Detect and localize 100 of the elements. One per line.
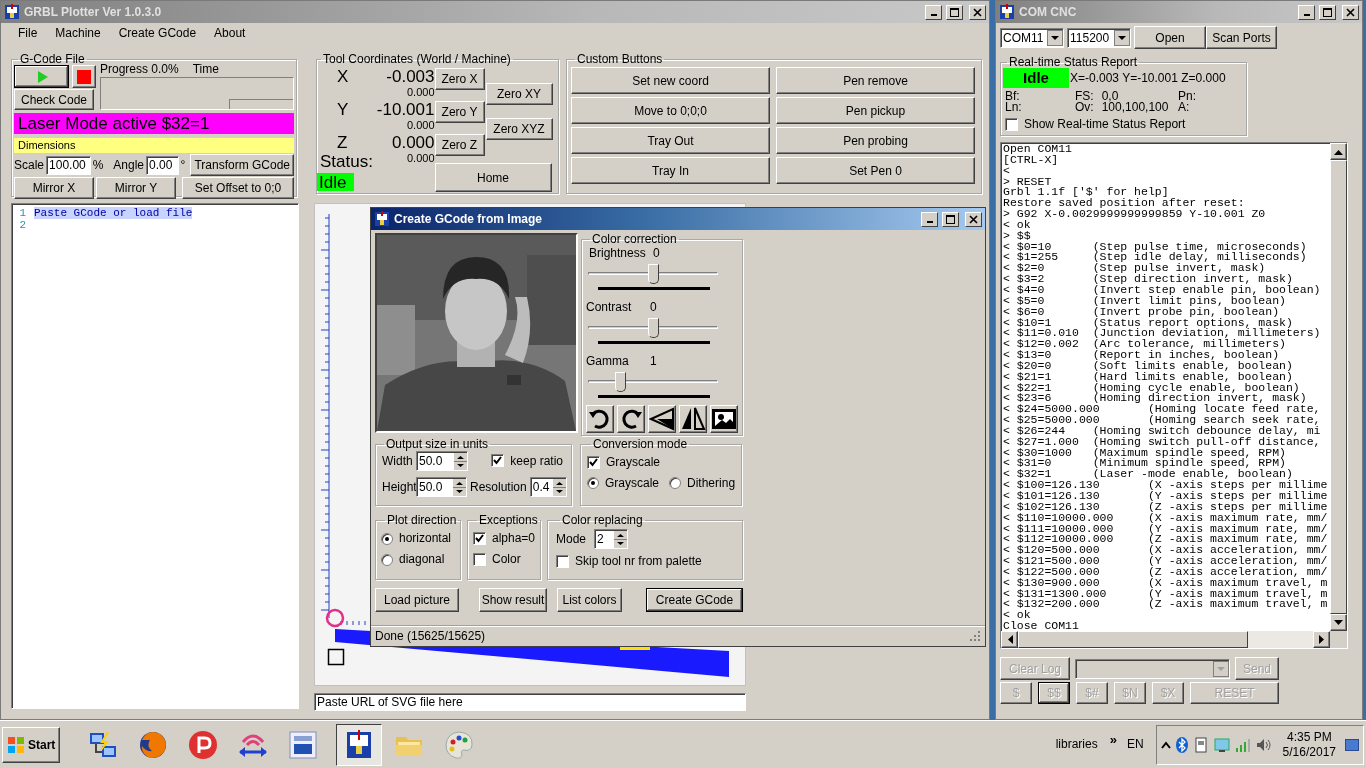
show-hidden-icons-icon[interactable] — [1160, 739, 1171, 750]
slider-thumb[interactable] — [615, 372, 627, 392]
set-offset-button[interactable]: Set Offset to 0;0 — [182, 177, 294, 200]
radio-button[interactable] — [587, 477, 599, 490]
custom-button[interactable]: Tray In — [571, 157, 770, 184]
dialog-button[interactable]: List colors — [557, 588, 622, 612]
scrollbar-thumb[interactable] — [1018, 631, 1248, 648]
checkbox[interactable] — [556, 555, 569, 568]
checkbox[interactable] — [1005, 117, 1018, 131]
minimize-button[interactable] — [921, 211, 938, 227]
spin-arrows-icon[interactable] — [454, 452, 467, 470]
rotate-right-button[interactable] — [617, 405, 645, 433]
minimize-button[interactable] — [925, 4, 942, 20]
spin-arrows-icon[interactable] — [453, 478, 466, 496]
zero-xy-button[interactable]: Zero XY — [485, 83, 553, 105]
checkbox[interactable] — [473, 553, 486, 566]
minimize-button[interactable] — [1298, 4, 1315, 20]
value-field[interactable]: 50.0 — [417, 452, 454, 470]
close-button[interactable] — [965, 211, 982, 227]
clock-time[interactable]: 4:35 PM — [1286, 729, 1332, 745]
home-button[interactable]: Home — [434, 163, 552, 192]
menu-item[interactable]: Machine — [46, 25, 110, 41]
start-button[interactable]: Start — [2, 726, 61, 763]
custom-button[interactable]: Pen probing — [776, 127, 975, 154]
spin-arrows-icon[interactable] — [614, 530, 628, 548]
slider-track[interactable] — [586, 263, 720, 285]
checkbox[interactable] — [491, 454, 505, 468]
mirror-y-button[interactable]: Mirror Y — [96, 177, 176, 200]
monitor-icon[interactable] — [1213, 736, 1230, 753]
custom-button[interactable]: Pen remove — [776, 67, 975, 94]
scale-field[interactable]: 100.00 — [47, 156, 90, 174]
scroll-left-button[interactable] — [1001, 631, 1018, 648]
checkbox-label[interactable]: alpha=0 — [492, 531, 536, 546]
baud-combo[interactable]: 115200 — [1067, 27, 1131, 48]
device-icon[interactable] — [1192, 736, 1209, 753]
custom-button[interactable]: Move to 0;0;0 — [571, 97, 770, 124]
checkbox-label[interactable]: Grayscale — [606, 454, 661, 470]
value-field[interactable]: 2 — [595, 530, 615, 548]
zero-axis-button[interactable]: Zero Y — [434, 101, 485, 123]
mirror-x-button[interactable]: Mirror X — [14, 177, 94, 200]
stop-button[interactable] — [72, 65, 96, 88]
mode-spin-box[interactable]: 2 — [594, 529, 629, 549]
dropdown-button[interactable] — [1047, 29, 1063, 46]
dropdown-button[interactable] — [1114, 29, 1130, 46]
radio-label[interactable]: Dithering — [687, 476, 736, 491]
radio-label[interactable]: horizontal — [399, 531, 452, 546]
scroll-up-button[interactable] — [1330, 143, 1347, 160]
close-button[interactable] — [969, 4, 986, 20]
clock-date[interactable]: 5/16/2017 — [1282, 744, 1336, 760]
taskbar-button[interactable] — [336, 723, 383, 766]
slider-track[interactable] — [586, 371, 720, 393]
custom-button[interactable]: Pen pickup — [776, 97, 975, 124]
maximize-button[interactable] — [1319, 4, 1336, 20]
menu-item[interactable]: File — [9, 25, 47, 41]
scroll-right-button[interactable] — [1313, 631, 1330, 648]
show-desktop-icon[interactable] — [1345, 738, 1359, 751]
radio-button[interactable] — [669, 477, 682, 490]
menu-item[interactable]: About — [205, 25, 255, 41]
maximize-button[interactable] — [942, 211, 959, 227]
resolution-spin-box[interactable]: 0.4 — [529, 477, 567, 497]
radio-label[interactable]: Grayscale — [605, 476, 660, 491]
close-button[interactable] — [1342, 4, 1359, 20]
custom-button[interactable]: Set Pen 0 — [776, 157, 975, 184]
scan-ports-button[interactable]: Scan Ports — [1206, 26, 1277, 49]
rotate-left-button[interactable] — [586, 405, 614, 433]
check-code-button[interactable]: Check Code — [14, 89, 94, 110]
menu-item[interactable]: Create GCode — [109, 25, 206, 41]
zero-axis-button[interactable]: Zero Z — [434, 134, 485, 156]
custom-button[interactable]: Tray Out — [571, 127, 770, 154]
zero-axis-button[interactable]: Zero X — [434, 68, 485, 90]
angle-field[interactable]: 0.00 — [147, 156, 178, 174]
dialog-button[interactable]: Show result — [479, 588, 547, 612]
toolbar-label[interactable]: libraries — [1055, 737, 1098, 752]
open-button[interactable]: Open — [1134, 26, 1206, 49]
zero-xyz-button[interactable]: Zero XYZ — [485, 118, 553, 140]
maximize-button[interactable] — [946, 4, 963, 20]
code-editor[interactable]: 1 Paste GCode or load file 2 — [11, 203, 299, 709]
checkbox[interactable] — [587, 455, 600, 469]
slider-thumb[interactable] — [648, 264, 659, 284]
slider-thumb[interactable] — [648, 318, 659, 338]
value-field[interactable]: 0.4 — [530, 478, 553, 496]
checkbox-label[interactable]: Skip tool nr from palette — [575, 554, 702, 569]
combo-text[interactable]: 115200 — [1068, 28, 1114, 47]
url-field[interactable]: Paste URL of SVG file here — [315, 694, 745, 710]
spin-arrows-icon[interactable] — [553, 478, 566, 496]
dialog-button[interactable]: Load picture — [375, 588, 459, 612]
slider-track[interactable] — [586, 317, 720, 339]
chevron[interactable]: » — [1109, 731, 1117, 748]
port-combo[interactable]: COM11 — [1000, 27, 1064, 48]
checkbox-label[interactable]: Show Real-time Status Report — [1024, 117, 1186, 132]
checkbox[interactable] — [473, 532, 486, 545]
width-spin-box[interactable]: 50.0 — [416, 451, 468, 471]
play-button[interactable] — [14, 65, 70, 88]
checkbox-label[interactable]: Color — [492, 552, 521, 567]
checkbox-label[interactable]: keep ratio — [510, 453, 563, 469]
image-button[interactable] — [710, 405, 738, 433]
height-spin-box[interactable]: 50.0 — [416, 477, 467, 497]
resize-grip-icon[interactable] — [969, 630, 981, 642]
language-indicator[interactable]: EN — [1126, 737, 1144, 752]
flip-vertical-button[interactable] — [648, 405, 676, 433]
